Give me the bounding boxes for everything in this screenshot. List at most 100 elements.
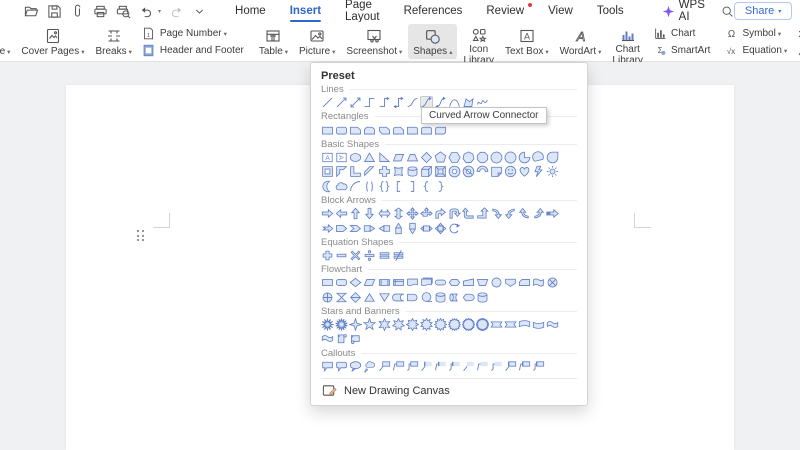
shape-multidocument[interactable] — [420, 276, 433, 289]
shape-donut[interactable] — [448, 165, 461, 178]
shape-elbow-connector[interactable] — [363, 96, 376, 109]
shape-curved-down-arrow[interactable] — [532, 207, 545, 220]
shape-double-arrow[interactable] — [349, 96, 362, 109]
shape-dodecagon[interactable] — [504, 151, 517, 164]
shape-left-arrow-callout[interactable] — [377, 221, 390, 234]
shape-right-bracket[interactable] — [405, 180, 418, 193]
shape-left-right-up-arrow[interactable] — [420, 207, 433, 220]
shape-half-frame[interactable] — [335, 165, 348, 178]
wordart-button[interactable]: A WordArt▾ — [555, 24, 607, 59]
shape-preparation[interactable] — [448, 276, 461, 289]
shape-left-up-arrow[interactable] — [462, 207, 475, 220]
shape-merge[interactable] — [377, 291, 390, 304]
shape-vertical-text-box[interactable]: A — [335, 151, 348, 164]
share-button[interactable]: Share▾ — [734, 2, 792, 20]
shape-vertical-scroll[interactable] — [335, 332, 348, 345]
shape-predefined-process[interactable] — [377, 276, 390, 289]
shape-elbow-double-arrow-connector[interactable] — [391, 96, 404, 109]
shape-rectangular-callout[interactable] — [321, 360, 334, 373]
picture-button[interactable]: Picture▾ — [294, 24, 340, 59]
shape-round-single-corner-rectangle[interactable] — [405, 123, 418, 136]
shape-plaque[interactable] — [391, 165, 404, 178]
shapes-button[interactable]: Shapes▴ — [408, 24, 457, 59]
icon-library-button[interactable]: IconLibrary — [458, 24, 499, 59]
shape-line-callout-2-accent-bar[interactable] — [434, 360, 447, 373]
shape-block-arc[interactable] — [476, 165, 489, 178]
shape-bent-up-arrow[interactable] — [476, 207, 489, 220]
shape-curved-left-arrow[interactable] — [504, 207, 517, 220]
shape-rounded-rectangular-callout[interactable] — [335, 360, 348, 373]
shape-line[interactable] — [321, 96, 334, 109]
shape-regular-pentagon[interactable] — [434, 151, 447, 164]
shape-lightning-bolt[interactable] — [532, 165, 545, 178]
shape-document[interactable] — [405, 276, 418, 289]
shape-internal-storage[interactable] — [391, 276, 404, 289]
shape-quad-arrow-callout[interactable] — [434, 221, 447, 234]
shape-double-wave[interactable] — [321, 332, 334, 345]
tab-home[interactable]: Home — [223, 3, 278, 19]
shape-no-symbol[interactable] — [462, 165, 475, 178]
shape-direct-access-storage[interactable] — [448, 291, 461, 304]
chart-library-button[interactable]: ChartLibrary — [607, 24, 648, 59]
shape-snip-same-side-corner-rectangle[interactable] — [363, 123, 376, 136]
shape-8-point-star[interactable] — [405, 318, 418, 331]
text-box-button[interactable]: A Text Box▾ — [500, 24, 554, 59]
shape-curved-up-arrow[interactable] — [518, 207, 531, 220]
shape-horizontal-scroll[interactable] — [349, 332, 362, 345]
shape-cloud[interactable] — [335, 180, 348, 193]
save-icon[interactable] — [47, 4, 62, 19]
new-drawing-canvas-button[interactable]: New Drawing Canvas — [321, 378, 577, 400]
shape-4-point-star[interactable] — [349, 318, 362, 331]
shape-rectangle[interactable] — [321, 123, 334, 136]
shape-round-diagonal-corner-rectangle[interactable] — [434, 123, 447, 136]
symbol-button[interactable]: Ω Symbol▾ — [724, 27, 787, 40]
shape-snip-diagonal-corner-rectangle[interactable] — [377, 123, 390, 136]
shape-curved-up-ribbon[interactable] — [518, 318, 531, 331]
shape-off-page-connector[interactable] — [504, 276, 517, 289]
shape-up-arrow[interactable] — [349, 207, 362, 220]
shape-up-ribbon[interactable] — [490, 318, 503, 331]
shape-equal[interactable] — [377, 249, 390, 262]
shape-left-right-arrow[interactable] — [377, 207, 390, 220]
shape-line-callout-2-no-border[interactable] — [476, 360, 489, 373]
tab-tools[interactable]: Tools — [585, 3, 636, 19]
shape-summing-junction[interactable] — [546, 276, 559, 289]
shape-oval[interactable] — [349, 151, 362, 164]
shape-bevel[interactable] — [434, 165, 447, 178]
print-preview-icon[interactable] — [116, 4, 131, 19]
shape-line-callout-1-accent-bar[interactable] — [420, 360, 433, 373]
breaks-button[interactable]: Breaks▾ — [91, 24, 137, 59]
shape-sort[interactable] — [349, 291, 362, 304]
shape-terminator[interactable] — [434, 276, 447, 289]
shape-multiply[interactable] — [349, 249, 362, 262]
shape-curved-right-arrow[interactable] — [490, 207, 503, 220]
more-icon[interactable] — [192, 4, 207, 19]
shape-double-bracket[interactable] — [363, 180, 376, 193]
shape-folded-corner[interactable] — [490, 165, 503, 178]
shape-process[interactable] — [321, 276, 334, 289]
shape-frame[interactable] — [321, 165, 334, 178]
shape-sun[interactable] — [546, 165, 559, 178]
shape-division[interactable] — [363, 249, 376, 262]
shape-u-turn-arrow[interactable] — [448, 207, 461, 220]
shape-7-point-star[interactable] — [391, 318, 404, 331]
shape-sequential-access-storage[interactable] — [420, 291, 433, 304]
shape-parallelogram[interactable] — [391, 151, 404, 164]
shape-down-arrow-callout[interactable] — [405, 221, 418, 234]
shape-6-point-star[interactable] — [377, 318, 390, 331]
shape-decagon[interactable] — [490, 151, 503, 164]
shape-snip-and-round-single-corner-rectangle[interactable] — [391, 123, 404, 136]
smartart-button[interactable]: Σ SmartArt — [653, 44, 710, 57]
shape-down-arrow[interactable] — [363, 207, 376, 220]
tab-view[interactable]: View — [536, 3, 585, 19]
shape-right-arrow[interactable] — [321, 207, 334, 220]
shape-bent-arrow[interactable] — [434, 207, 447, 220]
page-number-button[interactable]: 1 Page Number▾ — [142, 27, 244, 40]
shape-manual-operation[interactable] — [476, 276, 489, 289]
shape-double-brace[interactable] — [377, 180, 390, 193]
shape-plus[interactable] — [321, 249, 334, 262]
shape-connector[interactable] — [490, 276, 503, 289]
shape-5-point-star[interactable] — [363, 318, 376, 331]
blank-page-button[interactable]: Blank Page▾ — [0, 24, 15, 59]
undo-icon[interactable] — [139, 4, 154, 19]
